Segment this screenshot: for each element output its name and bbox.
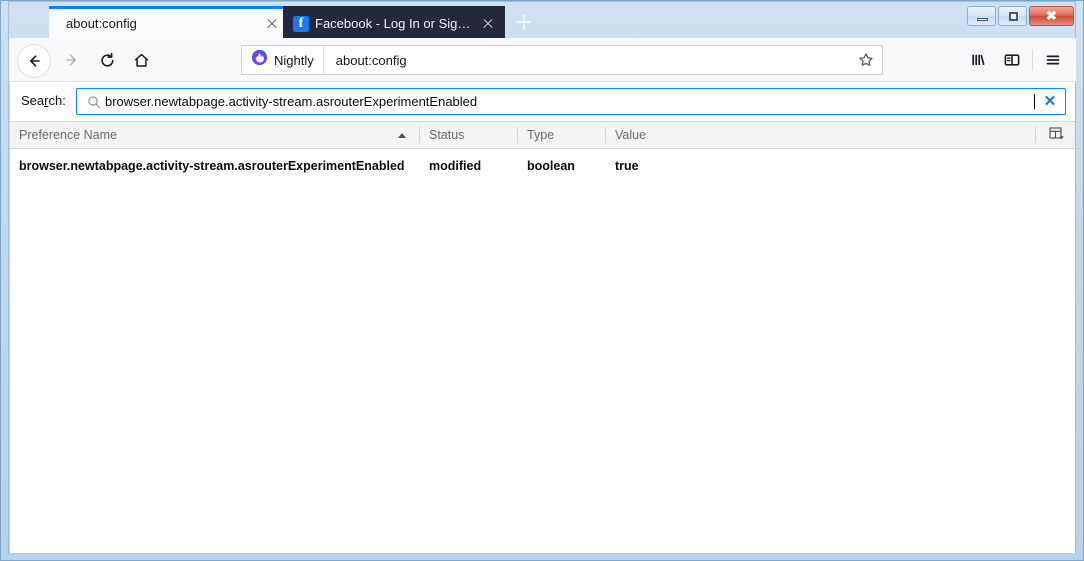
search-label-part2: ch: xyxy=(48,93,66,108)
sort-ascending-icon xyxy=(398,133,406,138)
facebook-favicon-letter: f xyxy=(293,15,309,32)
column-divider[interactable] xyxy=(1035,127,1036,143)
column-header-status[interactable]: Status xyxy=(420,122,518,148)
url-bar[interactable]: Nightly about:config xyxy=(241,45,883,75)
close-window-button[interactable]: ✖ xyxy=(1029,6,1074,26)
navigation-toolbar: Nightly about:config xyxy=(9,38,1076,82)
browser-window: about:config f Facebook - Log In or Sign… xyxy=(0,0,1084,561)
back-icon[interactable] xyxy=(17,44,51,78)
hamburger-menu-icon[interactable] xyxy=(1036,45,1070,75)
minimize-button[interactable] xyxy=(967,6,996,26)
search-label-part1: Sea xyxy=(21,93,45,108)
forward-icon xyxy=(57,45,87,75)
window-controls: ✖ xyxy=(967,6,1074,26)
tab-title: Facebook - Log In or Sign Up xyxy=(315,16,475,31)
tab-strip: about:config f Facebook - Log In or Sign… xyxy=(9,2,1076,38)
column-header-type[interactable]: Type xyxy=(518,122,606,148)
firefox-nightly-logo xyxy=(251,49,268,71)
nightly-label: Nightly xyxy=(274,52,314,68)
toolbar-right-group xyxy=(961,45,1070,75)
toolbar-divider xyxy=(1032,49,1033,71)
facebook-icon: f xyxy=(293,15,309,32)
reload-icon[interactable] xyxy=(92,45,122,75)
tab-about-config[interactable]: about:config xyxy=(49,6,289,38)
maximize-button[interactable] xyxy=(998,6,1027,26)
new-tab-button[interactable] xyxy=(509,9,537,35)
search-row: Search: browser.newtabpage.activity-stre… xyxy=(10,82,1075,121)
url-input[interactable]: about:config xyxy=(324,53,852,68)
search-input[interactable]: browser.newtabpage.activity-stream.asrou… xyxy=(105,94,1033,109)
column-header-value[interactable]: Value xyxy=(606,122,1046,148)
tab-facebook[interactable]: f Facebook - Log In or Sign Up xyxy=(283,6,505,38)
home-icon[interactable] xyxy=(126,45,156,75)
cell-preference-name: browser.newtabpage.activity-stream.asrou… xyxy=(19,159,405,173)
cell-value: true xyxy=(615,159,639,173)
nightly-brand-chip: Nightly xyxy=(242,46,324,74)
search-icon xyxy=(83,95,105,109)
tab-title: about:config xyxy=(66,16,137,31)
preferences-table: Preference Name Status Type Value browse… xyxy=(10,121,1075,553)
column-picker-icon[interactable] xyxy=(1049,127,1067,144)
column-header-preference-name[interactable]: Preference Name xyxy=(10,122,420,148)
star-icon[interactable] xyxy=(852,46,880,74)
cell-status: modified xyxy=(429,159,482,173)
table-body: browser.newtabpage.activity-stream.asrou… xyxy=(10,156,1075,177)
close-tab-icon[interactable] xyxy=(475,11,501,37)
library-icon[interactable] xyxy=(961,45,995,75)
clear-search-button[interactable]: ✕ xyxy=(1035,94,1065,109)
table-header-row: Preference Name Status Type Value xyxy=(10,122,1075,149)
table-row[interactable]: browser.newtabpage.activity-stream.asrou… xyxy=(10,156,1075,177)
cell-type: boolean xyxy=(527,159,575,173)
close-tab-icon[interactable] xyxy=(259,11,285,37)
search-box[interactable]: browser.newtabpage.activity-stream.asrou… xyxy=(76,88,1066,115)
search-label: Search: xyxy=(21,93,66,108)
sidebar-icon[interactable] xyxy=(995,45,1029,75)
